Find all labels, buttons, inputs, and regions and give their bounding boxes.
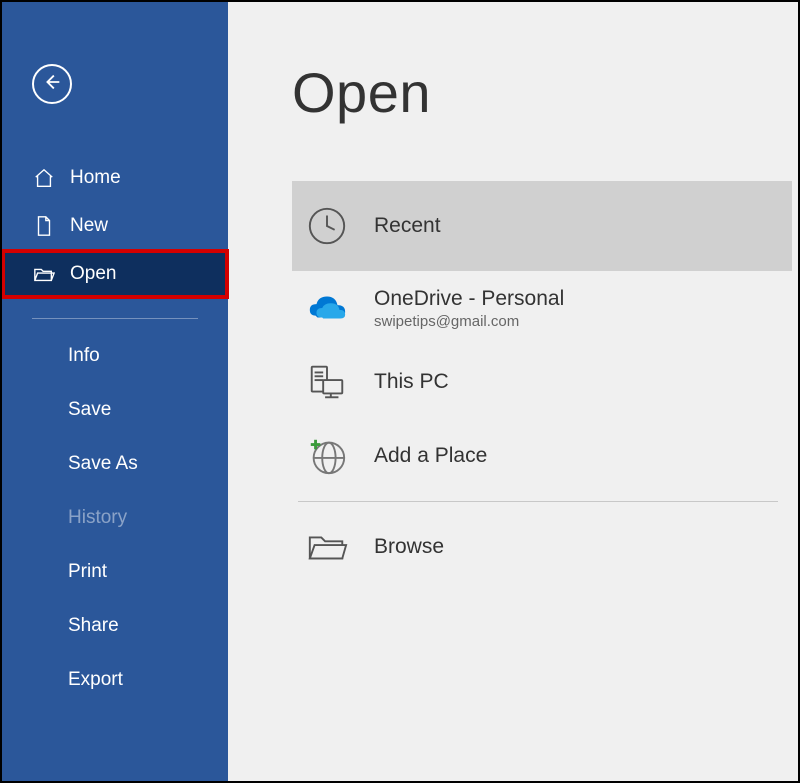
location-divider	[298, 501, 778, 502]
nav-label: Export	[68, 669, 123, 691]
main-panel: Open Recent	[228, 2, 798, 781]
location-text: Add a Place	[374, 444, 487, 468]
nav-secondary: Info Save Save As History Print Share Ex…	[2, 329, 228, 707]
location-text: Recent	[374, 214, 441, 238]
home-icon	[32, 166, 56, 190]
nav-label: History	[68, 507, 127, 529]
nav-label: Info	[68, 345, 100, 367]
location-this-pc[interactable]: This PC	[292, 345, 792, 419]
nav-label: New	[70, 215, 108, 237]
nav-label: Open	[70, 263, 116, 285]
nav-share[interactable]: Share	[2, 599, 228, 653]
location-label: OneDrive - Personal	[374, 287, 564, 311]
location-account: swipetips@gmail.com	[374, 313, 564, 330]
location-text: Browse	[374, 535, 444, 559]
nav-label: Share	[68, 615, 119, 637]
nav-label: Home	[70, 167, 121, 189]
location-add-place[interactable]: Add a Place	[292, 419, 792, 493]
nav-save[interactable]: Save	[2, 383, 228, 437]
nav-new[interactable]: New	[2, 202, 228, 250]
nav-save-as[interactable]: Save As	[2, 437, 228, 491]
nav-history: History	[2, 491, 228, 545]
folder-icon	[304, 524, 350, 570]
location-recent[interactable]: Recent	[292, 181, 792, 271]
location-label: Browse	[374, 535, 444, 559]
nav-label: Print	[68, 561, 107, 583]
add-place-icon	[304, 433, 350, 479]
back-button[interactable]	[32, 64, 72, 104]
nav-label: Save	[68, 399, 111, 421]
nav-primary: Home New Open	[2, 154, 228, 298]
location-list: Recent OneDrive - Personal swipetips@gma…	[292, 181, 792, 584]
nav-divider	[32, 318, 198, 319]
location-label: This PC	[374, 370, 449, 394]
location-browse[interactable]: Browse	[292, 510, 792, 584]
nav-open[interactable]: Open	[2, 250, 228, 298]
document-icon	[32, 214, 56, 238]
folder-open-icon	[32, 262, 56, 286]
sidebar: Home New Open Info Save	[2, 2, 228, 781]
location-onedrive[interactable]: OneDrive - Personal swipetips@gmail.com	[292, 271, 792, 345]
nav-export[interactable]: Export	[2, 653, 228, 707]
location-text: This PC	[374, 370, 449, 394]
nav-print[interactable]: Print	[2, 545, 228, 599]
location-label: Add a Place	[374, 444, 487, 468]
location-label: Recent	[374, 214, 441, 238]
nav-home[interactable]: Home	[2, 154, 228, 202]
this-pc-icon	[304, 359, 350, 405]
location-text: OneDrive - Personal swipetips@gmail.com	[374, 287, 564, 330]
page-title: Open	[292, 60, 798, 125]
nav-label: Save As	[68, 453, 138, 475]
nav-info[interactable]: Info	[2, 329, 228, 383]
clock-icon	[304, 203, 350, 249]
back-arrow-icon	[41, 71, 63, 98]
onedrive-icon	[304, 285, 350, 331]
backstage-view: Home New Open Info Save	[0, 0, 800, 783]
